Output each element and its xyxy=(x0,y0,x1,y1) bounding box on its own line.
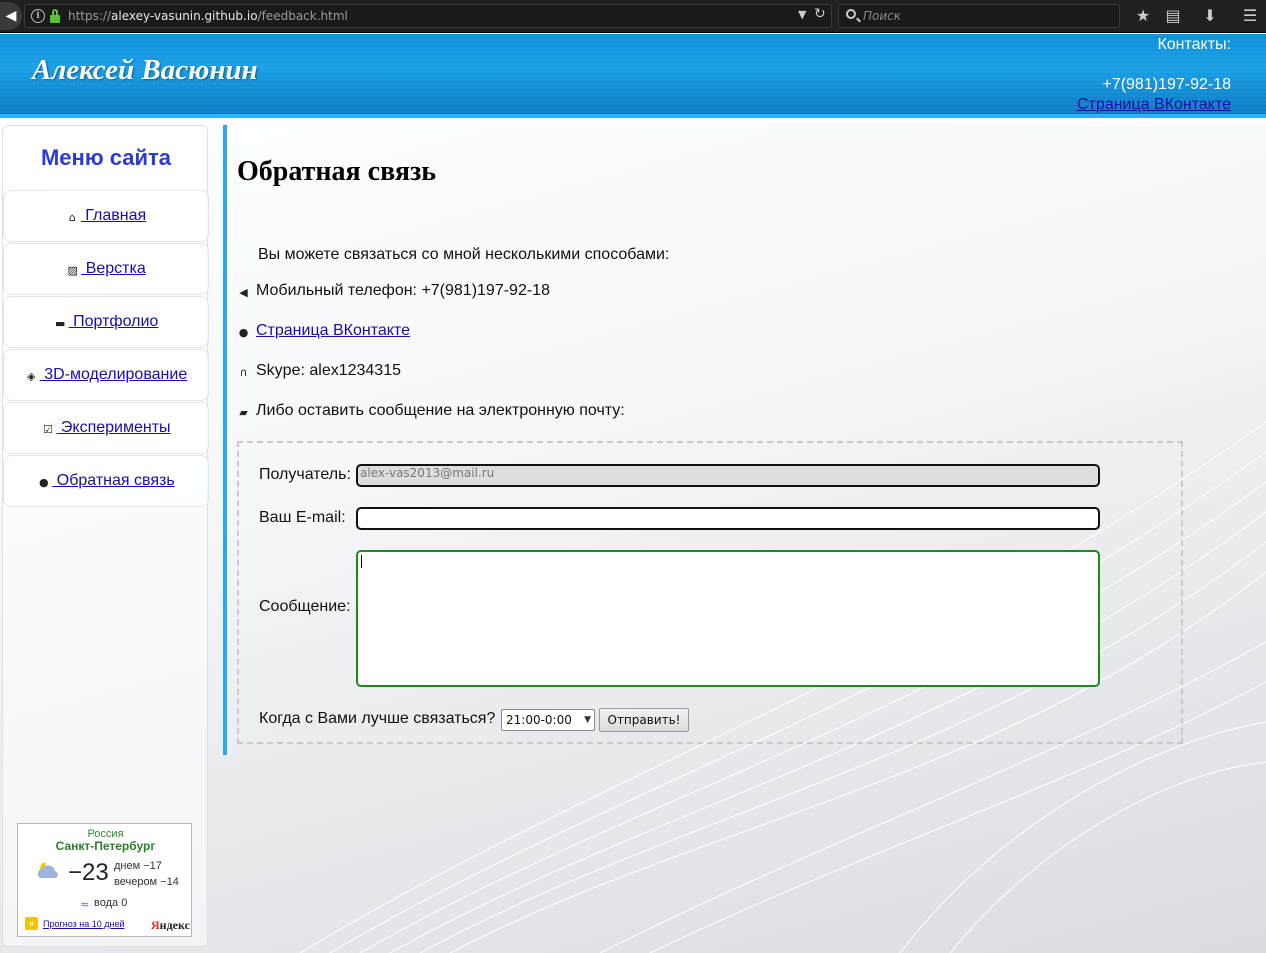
url-scheme: https:// xyxy=(68,9,112,23)
yandex-logo-rest: ндекс xyxy=(159,918,190,932)
download-icon[interactable]: ⬇ xyxy=(1200,6,1220,26)
email-label: Ваш E-mail: xyxy=(259,509,346,526)
weather-city[interactable]: Санкт-Петербург xyxy=(18,839,193,853)
sidebar-item-label[interactable]: Обратная связь xyxy=(52,472,175,489)
sidebar-item-label[interactable]: Портфолио xyxy=(69,313,158,330)
search-bar[interactable]: Поиск xyxy=(838,4,1120,28)
recipient-label: Получатель: xyxy=(259,466,351,483)
contact-time-value: 21:00-0:00 xyxy=(506,713,572,727)
message-textarea[interactable] xyxy=(356,550,1100,687)
intro-text: Вы можете связаться со мной несколькими … xyxy=(258,246,670,263)
contacts-title: Контакты: xyxy=(1157,36,1231,53)
bookmarks-library-icon[interactable]: ▤ xyxy=(1163,6,1183,26)
yandex-logo-first-letter: Я xyxy=(151,918,160,932)
contacts-phone: +7(981)197-92-18 xyxy=(1102,76,1231,93)
vk-link[interactable]: Страница ВКонтакте xyxy=(256,322,410,339)
submit-button[interactable]: Отправить! xyxy=(599,708,689,732)
sidebar-item-feedback[interactable]: ● Обратная связь xyxy=(3,455,209,507)
email-text: Либо оставить сообщение на электронную п… xyxy=(256,402,625,419)
weather-widget[interactable]: Россия Санкт-Петербург −23 днем −17 вече… xyxy=(17,823,192,937)
lock-icon[interactable] xyxy=(50,9,60,23)
cloudy-night-icon xyxy=(37,862,58,878)
user-icon: ● xyxy=(238,326,249,339)
yandex-logo[interactable]: Яндекс xyxy=(151,918,190,933)
cube-icon: ◈ xyxy=(27,370,36,383)
info-icon[interactable]: i xyxy=(31,9,45,23)
search-placeholder: Поиск xyxy=(863,9,902,23)
reload-icon[interactable]: ↻ xyxy=(814,6,826,22)
speaker-icon: ◀ xyxy=(239,286,248,299)
sidebar-item-layout[interactable]: ▨ Верстка xyxy=(3,243,209,295)
email-line: ▰ Либо оставить сообщение на электронную … xyxy=(237,402,625,420)
site-name: Алексей Васюнин xyxy=(32,54,258,86)
contacts-vk-link[interactable]: Страница ВКонтакте xyxy=(1077,96,1231,114)
sidebar-item-home[interactable]: ⌂ Главная xyxy=(3,190,209,242)
hamburger-menu-icon[interactable]: ☰ xyxy=(1240,6,1260,26)
user-icon: ● xyxy=(39,476,49,489)
water-icon: ≈ xyxy=(80,898,90,911)
url-host: alexey-vasunin.github.io xyxy=(111,9,258,23)
sidebar: Меню сайта ⌂ Главная ▨ Верстка ▬ Портфол… xyxy=(2,125,209,947)
vk-line: ● Страница ВКонтакте xyxy=(237,322,410,340)
weather-water: вода 0 xyxy=(94,897,128,909)
search-icon xyxy=(846,9,856,19)
menu-title: Меню сайта xyxy=(40,145,172,170)
sidebar-item-portfolio[interactable]: ▬ Портфолио xyxy=(3,296,209,348)
forecast-icon: » xyxy=(25,917,38,930)
bookmark-star-icon[interactable]: ★ xyxy=(1133,6,1153,26)
sidebar-item-label[interactable]: Главная xyxy=(81,207,146,224)
feedback-form: Получатель: alex-vas2013@mail.ru Ваш E-m… xyxy=(237,441,1183,744)
history-dropdown-icon[interactable]: ▼ xyxy=(798,8,806,21)
checkbox-icon: ☑ xyxy=(43,423,53,436)
chevron-down-icon: ▼ xyxy=(584,715,591,725)
address-bar[interactable]: i https://alexey-vasunin.github.io/feedb… xyxy=(24,4,832,28)
weather-day: днем −17 xyxy=(114,860,162,872)
skype-text: Skype: alex1234315 xyxy=(256,362,401,379)
picture-icon: ▰ xyxy=(239,406,248,419)
content-accent-border xyxy=(223,125,227,755)
weather-temperature: −23 xyxy=(68,859,109,886)
weather-evening: вечером −14 xyxy=(114,876,179,888)
recipient-value: alex-vas2013@mail.ru xyxy=(360,466,495,480)
back-button[interactable]: ◀ xyxy=(0,2,22,30)
when-label: Когда с Вами лучше связаться? xyxy=(259,710,496,727)
phone-line: ◀ Мобильный телефон: +7(981)197-92-18 xyxy=(237,282,550,300)
folder-icon: ▬ xyxy=(54,317,66,330)
url-text[interactable]: https://alexey-vasunin.github.io/feedbac… xyxy=(68,9,348,23)
image-icon: ▨ xyxy=(67,264,78,277)
email-field[interactable] xyxy=(356,507,1100,530)
sidebar-item-label[interactable]: Верстка xyxy=(81,260,146,277)
url-path: /feedback.html xyxy=(257,9,348,23)
message-label: Сообщение: xyxy=(259,598,351,615)
skype-line: ∩ Skype: alex1234315 xyxy=(237,362,401,380)
browser-toolbar: ◀ i https://alexey-vasunin.github.io/fee… xyxy=(0,0,1266,33)
text-caret xyxy=(361,555,362,568)
sidebar-item-3d-modeling[interactable]: ◈ 3D-моделирование xyxy=(3,349,209,401)
site-header: Алексей Васюнин Контакты: +7(981)197-92-… xyxy=(0,34,1266,118)
forecast-link[interactable]: Прогноз на 10 дней xyxy=(43,919,125,929)
page-title: Обратная связь xyxy=(237,156,437,187)
sidebar-item-label[interactable]: 3D-моделирование xyxy=(40,366,187,383)
sidebar-item-experiments[interactable]: ☑ Эксперименты xyxy=(3,402,209,454)
contact-time-select[interactable]: 21:00-0:00 ▼ xyxy=(501,709,595,731)
recipient-field[interactable]: alex-vas2013@mail.ru xyxy=(356,464,1100,487)
sidebar-item-label[interactable]: Эксперименты xyxy=(56,419,171,436)
headphones-icon: ∩ xyxy=(239,366,248,379)
phone-text: Мобильный телефон: +7(981)197-92-18 xyxy=(256,282,550,299)
home-icon: ⌂ xyxy=(68,211,76,224)
